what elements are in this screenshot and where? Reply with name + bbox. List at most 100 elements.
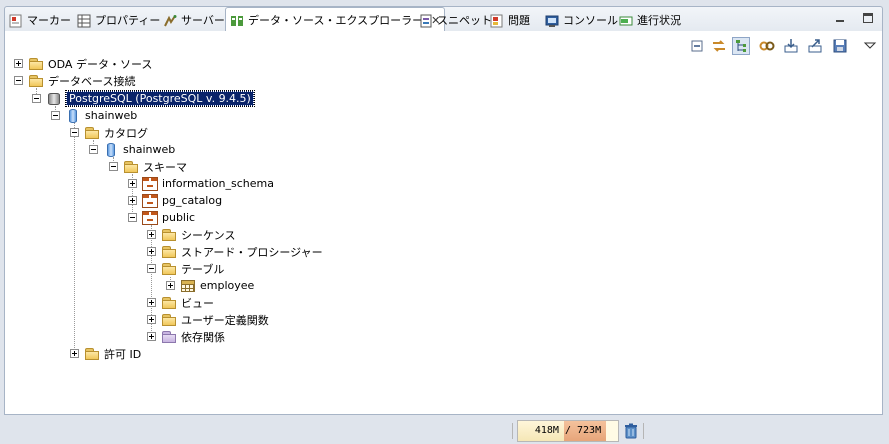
expand-icon[interactable] [70,349,79,358]
tree-node-label: employee [200,279,255,292]
tab-data-source-explorer[interactable]: データ・ソース・エクスプローラー ✕ [225,7,446,33]
tab-properties[interactable]: プロパティー [77,9,160,32]
tab-label: サーバー [181,13,225,27]
tree-node-label: 依存関係 [181,330,225,344]
collapse-icon[interactable] [32,94,41,103]
tab-console[interactable]: コンソール [545,9,618,32]
tree-node-label: テーブル [181,262,225,276]
collapse-all-icon[interactable] [689,38,705,54]
tree-node-sequences[interactable]: シーケンス [147,226,235,243]
tree-node-public[interactable]: public [128,209,195,226]
view-tab-bar: マーカー プロパティー サーバー データ・ソース・エクスプローラー ✕ スニペッ… [4,6,883,33]
tree-node-views[interactable]: ビュー [147,294,214,311]
properties-icon [77,14,91,28]
expand-icon[interactable] [166,281,175,290]
tree-node-label: ストアード・プロシージャー [181,245,323,259]
view-menu-icon[interactable] [862,38,878,54]
collapse-icon[interactable] [70,128,79,137]
expand-icon[interactable] [147,298,156,307]
tree-node-catalog[interactable]: カタログ [70,124,148,141]
tree-node-database-connections[interactable]: データベース接続 [14,72,135,89]
tree-node-label: public [162,211,196,224]
heap-status[interactable]: 418M / 723M [517,420,619,442]
expand-icon[interactable] [128,196,137,205]
tab-label: スニペット [437,13,492,27]
tree-node-dependencies[interactable]: 依存関係 [147,328,225,345]
tree-node-label: PostgreSQL (PostgreSQL v. 9.4.5) [65,90,255,107]
folder-icon [123,160,139,174]
link-with-editor-icon[interactable] [711,38,727,54]
tree-node-label: shainweb [123,143,176,156]
tree-node-catalog-shainweb[interactable]: shainweb [89,141,175,158]
expand-icon[interactable] [128,179,137,188]
status-separator [512,423,513,439]
table-icon [180,279,196,293]
collapse-icon[interactable] [109,162,118,171]
tab-label: コンソール [563,13,618,27]
tree-node-label: スキーマ [143,160,187,174]
tree-node-tables[interactable]: テーブル [147,260,224,277]
expand-icon[interactable] [147,230,156,239]
tree-node-oda-data-sources[interactable]: ODA データ・ソース [14,55,152,72]
maximize-icon[interactable] [863,13,873,23]
schema-icon [142,210,158,225]
folder-icon [161,245,177,259]
expand-icon[interactable] [147,247,156,256]
tree-node-label: ODA データ・ソース [48,57,153,71]
data-source-explorer-icon [230,14,244,28]
tree-node-label: データベース接続 [48,74,136,88]
hierarchy-icon[interactable] [732,37,750,55]
tree-node-db-shainweb[interactable]: shainweb [51,107,137,124]
tree-node-employee[interactable]: employee [166,277,254,294]
expand-icon[interactable] [147,332,156,341]
folder-icon [84,126,100,140]
purple-folder-icon [161,330,177,344]
tree-node-label: 許可 ID [104,347,142,361]
expand-icon[interactable] [147,315,156,324]
tab-label: データ・ソース・エクスプローラー [248,13,424,27]
heap-status-text: 418M / 723M [534,425,602,436]
schema-icon [142,176,158,191]
tab-servers[interactable]: サーバー [163,9,225,32]
collapse-icon[interactable] [128,213,137,222]
expand-icon[interactable] [14,59,23,68]
tab-label: プロパティー [95,13,161,27]
connect-icon[interactable] [759,38,775,54]
tab-label: 進行状況 [637,13,681,27]
tab-markers[interactable]: マーカー [9,9,71,32]
folder-icon [161,262,177,276]
import-icon[interactable] [783,38,799,54]
database-connection-icon [46,92,62,106]
tab-label: 問題 [508,13,530,27]
tree-node-user-defined-functions[interactable]: ユーザー定義関数 [147,311,269,328]
minimize-icon[interactable] [835,13,845,23]
folder-icon [84,347,100,361]
status-separator [643,423,644,439]
tree-node-pg-catalog[interactable]: pg_catalog [128,192,222,209]
garbage-collect-icon[interactable] [624,423,638,439]
markers-icon [9,14,23,28]
tab-snippets[interactable]: スニペット [419,9,492,32]
tab-problems[interactable]: 問題 [490,9,530,32]
collapse-icon[interactable] [147,264,156,273]
collapse-icon[interactable] [14,76,23,85]
tree-node-label: ユーザー定義関数 [181,313,269,327]
progress-icon [619,14,633,28]
tree-node-label: information_schema [162,177,274,190]
collapse-icon[interactable] [89,145,98,154]
tab-label: マーカー [27,13,71,27]
tree-node-authorization-ids[interactable]: 許可 ID [70,345,141,362]
tree-node-information-schema[interactable]: information_schema [128,175,274,192]
tree-node-label: シーケンス [181,228,236,242]
tab-progress[interactable]: 進行状況 [619,9,681,32]
tree-node-postgresql[interactable]: PostgreSQL (PostgreSQL v. 9.4.5) [32,90,255,107]
save-icon[interactable] [832,38,848,54]
tree-line [74,122,75,354]
collapse-icon[interactable] [51,111,60,120]
export-icon[interactable] [807,38,823,54]
tree-node-stored-procedures[interactable]: ストアード・プロシージャー [147,243,323,260]
folder-icon [161,228,177,242]
tree-node-label: カタログ [104,126,148,140]
tree-node-schemas[interactable]: スキーマ [109,158,187,175]
tree-node-label: ビュー [181,296,214,310]
